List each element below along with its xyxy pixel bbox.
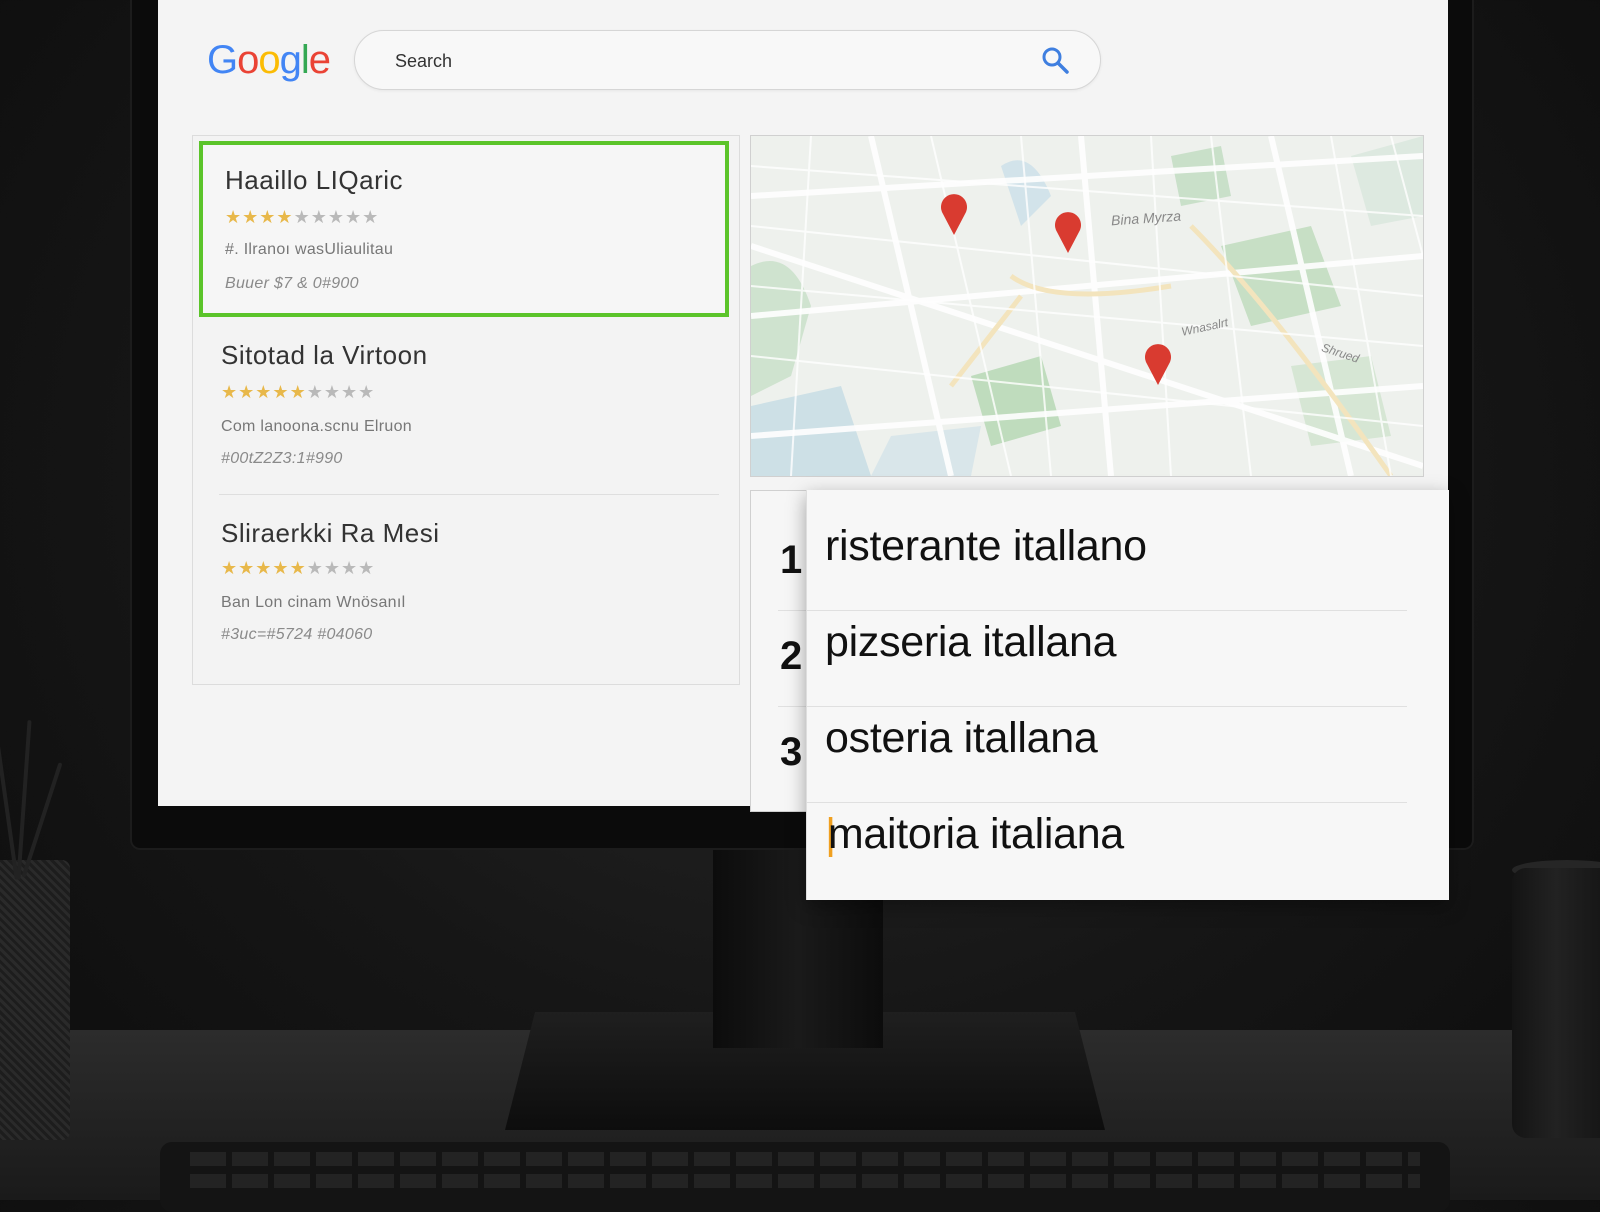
autocomplete-dropdown: risterante itallano pizseria itallana os… bbox=[806, 490, 1449, 900]
logo-letter: o bbox=[258, 38, 280, 82]
result-info: Buuer $7 & 0#900 bbox=[225, 275, 359, 292]
star-icon: ★ bbox=[344, 207, 363, 227]
key-row bbox=[190, 1174, 1420, 1188]
star-icon: ★ bbox=[272, 382, 290, 402]
star-icon: ★ bbox=[255, 558, 273, 578]
result-address: #. Ilranoı wasUliaulitau bbox=[225, 241, 394, 258]
result-info: #00tZ2Z3:1#990 bbox=[221, 450, 343, 467]
rating-stars: ★★★★★★★★★ bbox=[221, 558, 375, 579]
suggestion-label: maitoria italiana bbox=[827, 810, 1124, 858]
suggestion-item[interactable]: risterante itallano bbox=[807, 500, 1407, 596]
logo-letter: G bbox=[207, 38, 238, 82]
result-info: #3uc=#5724 #04060 bbox=[221, 626, 373, 643]
pen bbox=[0, 740, 19, 880]
star-icon: ★ bbox=[362, 207, 380, 227]
suggestion-item-active[interactable]: |maitoria italiana bbox=[807, 788, 1407, 884]
key-row bbox=[190, 1152, 1420, 1166]
logo-letter: o bbox=[237, 38, 259, 82]
star-icon: ★ bbox=[255, 382, 273, 402]
star-icon: ★ bbox=[221, 382, 239, 402]
star-icon: ★ bbox=[293, 207, 311, 227]
logo-letter: l bbox=[300, 38, 310, 82]
search-icon[interactable] bbox=[1040, 45, 1070, 75]
star-icon: ★ bbox=[340, 382, 359, 402]
star-icon: ★ bbox=[276, 207, 294, 227]
star-icon: ★ bbox=[238, 382, 256, 402]
results-list: Haaillo LIQaric ★★★★★★★★★ #. Ilranoı was… bbox=[192, 135, 740, 685]
star-icon: ★ bbox=[306, 382, 324, 402]
suggestion-item[interactable]: osteria itallana bbox=[807, 692, 1407, 788]
star-icon: ★ bbox=[242, 207, 260, 227]
star-icon: ★ bbox=[272, 558, 290, 578]
result-divider bbox=[219, 494, 719, 495]
map-pin-2[interactable] bbox=[1053, 210, 1083, 254]
star-icon: ★ bbox=[327, 207, 345, 227]
star-icon: ★ bbox=[221, 558, 239, 578]
search-input[interactable] bbox=[393, 45, 997, 77]
result-title[interactable]: Haaillo LIQaric bbox=[225, 165, 403, 196]
coffee-mug bbox=[1512, 868, 1600, 1138]
star-icon: ★ bbox=[225, 207, 243, 227]
suggestion-text[interactable]: pizseria itallana bbox=[825, 618, 1117, 667]
search-bar[interactable] bbox=[354, 30, 1101, 90]
logo-letter: g bbox=[279, 38, 302, 82]
result-card-2[interactable]: Sitotad la Virtoon ★★★★★★★★★ Com lanoona… bbox=[199, 326, 729, 494]
star-icon: ★ bbox=[238, 558, 256, 578]
result-card-1[interactable]: Haaillo LIQaric ★★★★★★★★★ #. Ilranoı was… bbox=[199, 141, 729, 317]
suggestion-text[interactable]: |maitoria italiana bbox=[825, 810, 1124, 859]
star-icon: ★ bbox=[289, 558, 307, 578]
star-icon: ★ bbox=[340, 558, 359, 578]
result-address: Com lanoona.scnu Elruon bbox=[221, 418, 413, 435]
map-pin-1[interactable] bbox=[939, 192, 969, 236]
result-title[interactable]: Sliraerkki Ra Mesi bbox=[221, 518, 440, 549]
result-title[interactable]: Sitotad la Virtoon bbox=[221, 340, 428, 371]
map-tiles bbox=[751, 136, 1423, 476]
suggestion-text[interactable]: risterante itallano bbox=[825, 522, 1147, 571]
result-address: Ban Lon cinam Wnösanıl bbox=[221, 594, 406, 611]
google-logo[interactable]: Google bbox=[207, 38, 331, 83]
star-icon: ★ bbox=[289, 382, 307, 402]
rating-stars: ★★★★★★★★★ bbox=[221, 382, 375, 403]
star-icon: ★ bbox=[358, 382, 376, 402]
pen-cup bbox=[0, 860, 70, 1140]
star-icon: ★ bbox=[310, 207, 328, 227]
star-icon: ★ bbox=[323, 382, 341, 402]
map-view[interactable]: Bina Myrza Wnasalrt Shrued bbox=[750, 135, 1424, 477]
suggestion-item[interactable]: pizseria itallana bbox=[807, 596, 1407, 692]
star-icon: ★ bbox=[323, 558, 341, 578]
rating-stars: ★★★★★★★★★ bbox=[225, 207, 379, 228]
result-card-3[interactable]: Sliraerkki Ra Mesi ★★★★★★★★★ Ban Lon cin… bbox=[199, 502, 729, 670]
star-icon: ★ bbox=[306, 558, 324, 578]
star-icon: ★ bbox=[259, 207, 277, 227]
logo-letter: e bbox=[308, 38, 331, 82]
map-pin-3[interactable] bbox=[1143, 342, 1173, 386]
suggestion-text[interactable]: osteria itallana bbox=[825, 714, 1098, 763]
keyboard bbox=[160, 1142, 1450, 1212]
star-icon: ★ bbox=[358, 558, 376, 578]
